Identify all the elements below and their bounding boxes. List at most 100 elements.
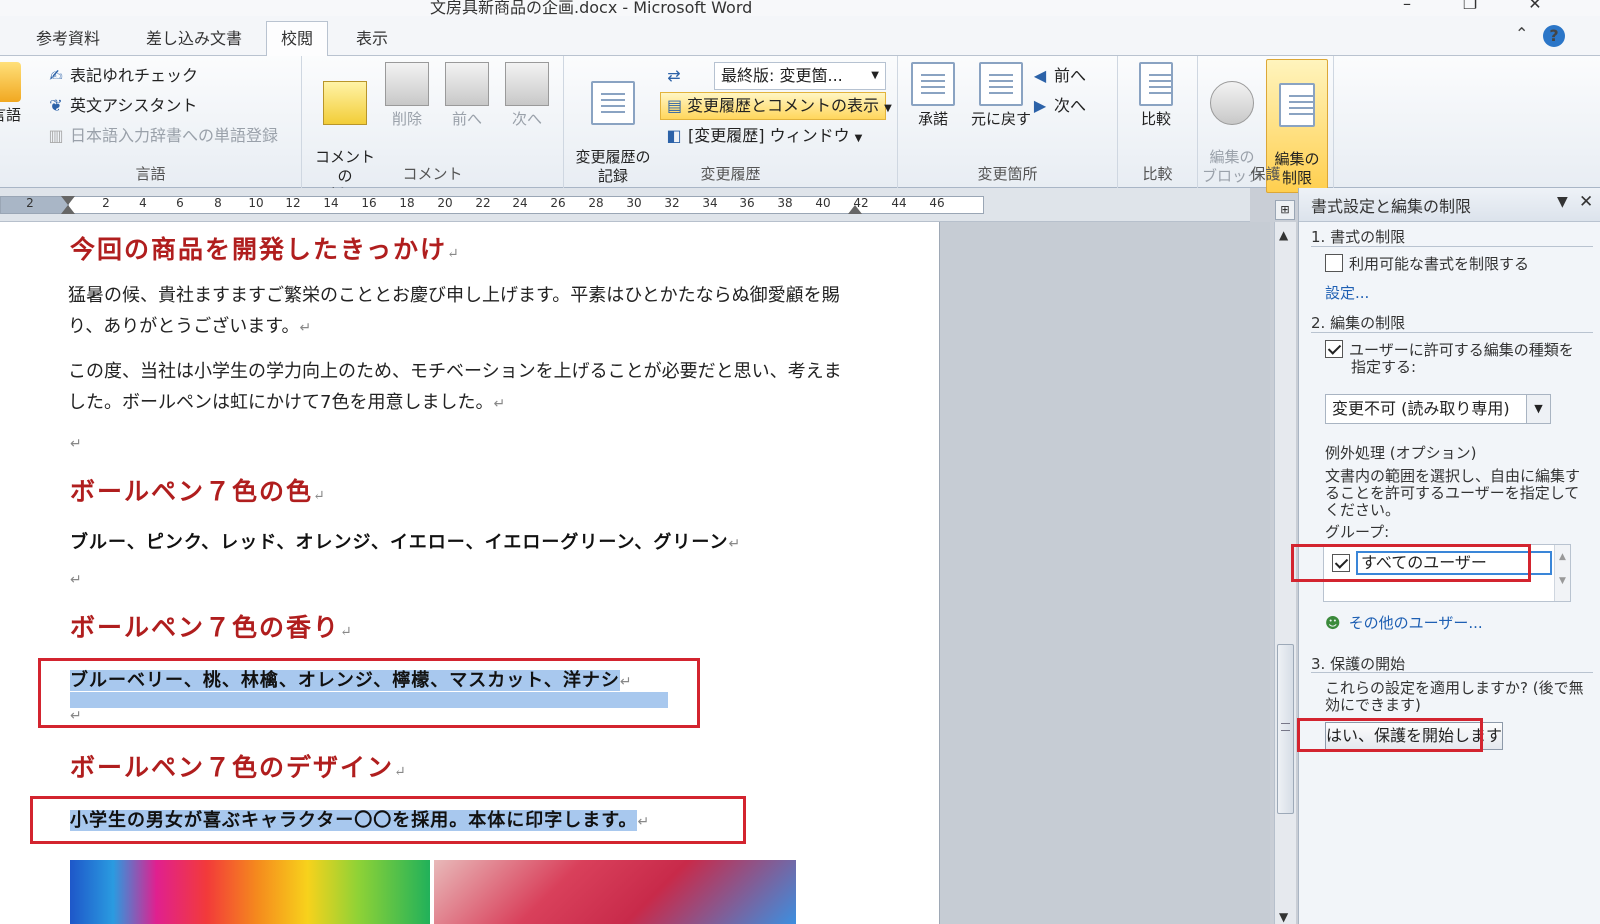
- english-assistant-icon: ❦: [49, 96, 63, 115]
- next-comment-icon: [505, 62, 549, 106]
- more-users-link[interactable]: ☻ その他のユーザー...: [1325, 612, 1483, 633]
- restrict-editing-lock-icon: [1279, 83, 1315, 127]
- ruler-tick: 10: [248, 196, 264, 210]
- english-assistant-button[interactable]: ❦ 英文アシスタント: [46, 94, 197, 118]
- show-markup-button[interactable]: ▤ 変更履歴とコメントの表示 ▼: [660, 92, 892, 120]
- pens-photo: [70, 860, 430, 924]
- previous-comment-icon: [445, 62, 489, 106]
- ribbon: 言語 ✍表記ゆれチェック ❦英文アシスタント ▥日本語入力辞書への単語登録 言語…: [0, 56, 1600, 204]
- tab-mailings[interactable]: 差し込み文書: [132, 24, 256, 56]
- hanging-indent-marker[interactable]: [61, 205, 75, 214]
- highlight-box-start-button: [1297, 718, 1483, 752]
- close-icon[interactable]: ✕: [1520, 0, 1550, 13]
- reject-button[interactable]: 元に戻す: [964, 62, 1038, 129]
- previous-comment-button[interactable]: 前へ: [442, 62, 492, 129]
- scrollbar-thumb[interactable]: [1277, 644, 1294, 814]
- paragraph-greeting[interactable]: 猛暑の候、貴社ますますご繁栄のこととお慶び申し上げます。平素はひとかたならぬ御愛…: [68, 280, 858, 344]
- ruler-tick: 2: [26, 196, 34, 210]
- language-button[interactable]: 言語: [0, 62, 26, 125]
- chevron-down-icon: ▼: [871, 70, 879, 81]
- ruler-tick: 16: [361, 196, 377, 210]
- ruler-tick: 24: [512, 196, 528, 210]
- new-comment-icon: [323, 81, 367, 125]
- reviewing-pane-button[interactable]: ◧ [変更履歴] ウィンドウ ▼: [664, 124, 862, 148]
- language-icon: [0, 62, 21, 102]
- tab-review[interactable]: 校閲: [266, 21, 329, 57]
- formatting-settings-link[interactable]: 設定...: [1325, 282, 1369, 303]
- groups-list-scroll[interactable]: ▲ ▼: [1554, 545, 1570, 601]
- display-review-icon: ⇄: [667, 66, 681, 85]
- next-change-icon: ▶: [1033, 96, 1047, 115]
- section-formatting-restrictions: 1. 書式の制限: [1311, 228, 1406, 246]
- start-enforcement-description: これらの設定を適用しますか? (後で無効にできます): [1325, 679, 1584, 714]
- block-authors-icon: [1210, 81, 1254, 125]
- first-line-indent-marker[interactable]: [61, 196, 75, 205]
- previous-change-button[interactable]: ◀ 前へ: [1030, 64, 1086, 88]
- chevron-down-icon: ▼: [854, 133, 863, 144]
- exceptions-description: 文書内の範囲を選択し、自由に編集することを許可するユーザーを指定してください。: [1325, 467, 1581, 519]
- next-comment-button[interactable]: 次へ: [502, 62, 552, 129]
- group-label-protect: 保護: [1250, 165, 1281, 183]
- help-icon[interactable]: ?: [1543, 25, 1565, 47]
- ribbon-group-comment: コメントの 挿入 削除 前へ 次へ コメント: [302, 56, 564, 204]
- heading-design[interactable]: ボールペン７色のデザイン↵: [70, 748, 408, 784]
- pane-title: 書式設定と編集の制限: [1311, 197, 1472, 216]
- section-editing-restrictions: 2. 編集の制限: [1311, 314, 1406, 332]
- right-indent-marker[interactable]: [848, 205, 862, 214]
- ruler-tick: 20: [437, 196, 453, 210]
- editing-restrictions-checkbox-row[interactable]: ユーザーに許可する編集の種類を指定する:: [1325, 340, 1587, 376]
- highlight-box-everyone: [1291, 544, 1531, 582]
- show-markup-icon: ▤: [667, 96, 683, 115]
- pane-close-icon[interactable]: ✕: [1579, 192, 1593, 212]
- limit-formatting-checkbox-row[interactable]: 利用可能な書式を制限する: [1325, 254, 1529, 273]
- highlight-box-scents: [38, 658, 700, 728]
- spell-check-icon: ✍: [49, 66, 63, 85]
- ruler-tick: 6: [176, 196, 184, 210]
- horizontal-ruler[interactable]: 2 2 4 6 8 10 12 14 16 18 20 22 24 26 28 30 32 34 36 38 40 42 4…: [0, 188, 1250, 222]
- heading-scents[interactable]: ボールペン７色の香り↵: [70, 608, 354, 644]
- accept-check-icon: [911, 62, 955, 106]
- heading-motivation[interactable]: 今回の商品を開発したきっかけ↵: [70, 230, 461, 266]
- document-page[interactable]: 今回の商品を開発したきっかけ↵ 猛暑の候、貴社ますますご繁栄のこととお慶び申し上…: [0, 222, 940, 924]
- ribbon-collapse-icon[interactable]: ⌃: [1515, 24, 1528, 43]
- ruler-tick: 40: [815, 196, 831, 210]
- pane-options-icon[interactable]: ▼: [1557, 194, 1568, 210]
- chevron-down-icon: ▼: [1526, 395, 1550, 423]
- spelling-variation-button[interactable]: ✍ 表記ゆれチェック: [46, 64, 198, 88]
- editing-type-select[interactable]: 変更不可 (読み取り専用) ▼: [1325, 394, 1551, 424]
- next-change-button[interactable]: ▶ 次へ: [1030, 94, 1086, 118]
- groups-label: グループ:: [1325, 523, 1390, 541]
- scroll-up-icon[interactable]: ▲: [1279, 228, 1288, 242]
- tab-view[interactable]: 表示: [342, 24, 402, 56]
- compare-button[interactable]: 比較: [1126, 62, 1186, 129]
- paragraph-background[interactable]: この度、当社は小学生の学力向上のため、モチベーションを上げることが必要だと思い、…: [68, 356, 858, 420]
- delete-comment-icon: [385, 62, 429, 106]
- tab-references[interactable]: 参考資料: [22, 24, 114, 56]
- display-for-review-combo[interactable]: 最終版: 変更箇... ▼: [714, 62, 886, 90]
- colors-line[interactable]: ブルー、ピンク、レッド、オレンジ、イエロー、イエローグリーン、グリーン↵: [70, 528, 741, 554]
- add-word-dictionary-button[interactable]: ▥ 日本語入力辞書への単語登録: [46, 124, 278, 148]
- editing-restrictions-checkbox[interactable]: [1325, 340, 1343, 358]
- ruler-tick: 26: [550, 196, 566, 210]
- restore-icon[interactable]: ❐: [1455, 0, 1485, 13]
- heading-colors[interactable]: ボールペン７色の色↵: [70, 472, 327, 508]
- ruler-tick: 14: [323, 196, 339, 210]
- chevron-down-icon: ▼: [884, 103, 892, 114]
- exceptions-title: 例外処理 (オプション): [1325, 444, 1477, 462]
- ribbon-group-compare: 比較 比較: [1118, 56, 1198, 188]
- minimize-icon[interactable]: –: [1392, 0, 1422, 13]
- pane-header: 書式設定と編集の制限 ▼ ✕: [1299, 188, 1600, 222]
- view-ruler-icon[interactable]: ⊞: [1275, 200, 1295, 220]
- delete-comment-button[interactable]: 削除: [382, 62, 432, 129]
- dictionary-icon: ▥: [48, 126, 64, 145]
- ruler-tick: 38: [777, 196, 793, 210]
- ruler-tick: 4: [139, 196, 147, 210]
- group-label-tracking: 変更履歴: [700, 165, 761, 183]
- scroll-down-icon[interactable]: ▼: [1279, 910, 1288, 924]
- empty-paragraph: ↵: [70, 436, 82, 452]
- limit-formatting-checkbox[interactable]: [1325, 254, 1343, 272]
- accept-button[interactable]: 承諾: [904, 62, 962, 129]
- section-start-enforcement: 3. 保護の開始: [1311, 655, 1406, 673]
- ruler-tick: 2: [102, 196, 110, 210]
- previous-change-icon: ◀: [1033, 66, 1047, 85]
